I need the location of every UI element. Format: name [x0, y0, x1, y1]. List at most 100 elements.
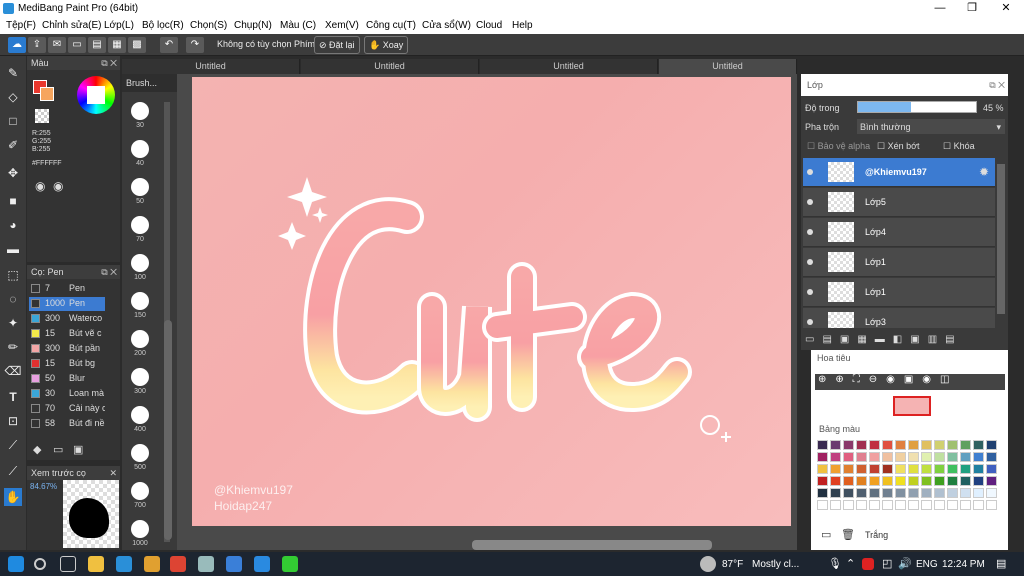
palette-swatch[interactable] [960, 500, 971, 510]
trash-icon[interactable]: 🗑 [841, 528, 855, 541]
brush-tool-icon[interactable]: ✎ [4, 64, 22, 82]
palette-swatch[interactable] [973, 440, 984, 450]
canvas[interactable]: @Khiemvu197 Hoidap247 [192, 77, 791, 526]
palette-swatch[interactable] [960, 452, 971, 462]
palette-swatch[interactable] [869, 452, 880, 462]
palette-swatch[interactable] [869, 464, 880, 474]
palette-swatch[interactable] [947, 452, 958, 462]
palette-swatch[interactable] [882, 440, 893, 450]
layer-scrollbar[interactable] [997, 164, 1005, 314]
brush-size-option[interactable]: 200 [126, 330, 154, 357]
palette-swatch[interactable] [921, 488, 932, 498]
up-chevron-icon[interactable]: ⌃ [846, 557, 855, 570]
palette-swatch[interactable] [869, 476, 880, 486]
close-icon[interactable]: ⧉ ✕ [989, 80, 1005, 91]
palette-swatch[interactable] [934, 500, 945, 510]
brush-size-option[interactable]: 100 [126, 254, 154, 281]
palette-swatch[interactable] [817, 452, 828, 462]
palette-swatch[interactable] [830, 464, 841, 474]
brush-list-item[interactable]: 7 Pen [29, 282, 105, 296]
palette-swatch[interactable] [908, 452, 919, 462]
palette-swatch[interactable] [895, 476, 906, 486]
tiles-icon[interactable]: ▩ [128, 37, 146, 53]
palette-swatch[interactable] [934, 464, 945, 474]
palette-swatch[interactable] [869, 488, 880, 498]
rect-select-icon[interactable]: □ [4, 112, 22, 130]
task-view-icon[interactable] [60, 556, 76, 572]
pen-tool-icon[interactable]: ✐ [4, 136, 22, 154]
hand-tool-icon[interactable]: ✋ [4, 488, 22, 506]
palette-swatch[interactable] [843, 488, 854, 498]
comment-icon[interactable]: ✉ [48, 37, 66, 53]
palette-swatch[interactable] [817, 464, 828, 474]
palette-swatch[interactable] [973, 488, 984, 498]
palette-swatch[interactable] [986, 464, 997, 474]
brush-list-item[interactable]: 1000 Pen [29, 297, 105, 311]
notification-icon[interactable]: ▤ [996, 557, 1006, 570]
palette-swatch[interactable] [895, 500, 906, 510]
layer-row[interactable]: Lớp1 [803, 278, 995, 307]
brush-list-item[interactable]: 58 Bút đi nề [29, 417, 105, 431]
protect-alpha-checkbox[interactable]: ☐ Bảo vệ alpha [807, 141, 870, 152]
palette-swatch[interactable] [895, 440, 906, 450]
palette-swatch[interactable] [817, 500, 828, 510]
menu-filter[interactable]: Bộ lọc(R) [142, 20, 184, 31]
palette-swatch[interactable] [986, 476, 997, 486]
move-tool-icon[interactable]: ✥ [4, 164, 22, 182]
palette-swatch[interactable] [895, 464, 906, 474]
brush-list-item[interactable]: 300 Bút pần [29, 342, 105, 356]
palette-swatch[interactable] [947, 500, 958, 510]
layer-row[interactable]: Lớp1 [803, 248, 995, 277]
explorer-icon[interactable] [144, 556, 160, 572]
menu-select[interactable]: Chọn(S) [190, 20, 227, 31]
minimize-button[interactable]: — [925, 1, 955, 16]
brush-size-option[interactable]: 500 [126, 444, 154, 471]
eye-icon[interactable] [807, 289, 813, 295]
palette-swatch[interactable] [908, 488, 919, 498]
palette-swatch[interactable] [986, 500, 997, 510]
undo-icon[interactable]: ↶ [160, 37, 178, 53]
v-app-icon[interactable] [862, 558, 874, 570]
layer-row[interactable]: Lớp3 [803, 308, 995, 328]
redo-icon[interactable]: ↷ [186, 37, 204, 53]
cloud-icon[interactable]: ☁ [8, 37, 26, 53]
volume-icon[interactable]: 🔊 [898, 557, 912, 570]
share-icon[interactable]: ⇪ [28, 37, 46, 53]
palette-swatch[interactable] [856, 476, 867, 486]
grid-icon[interactable]: ▦ [108, 37, 126, 53]
layer-row[interactable]: @Khiemvu197 ✹ [803, 158, 995, 187]
brush-list-item[interactable]: 50 Blur [29, 372, 105, 386]
close-icon[interactable]: ✕ [109, 466, 117, 480]
palette-swatch[interactable] [843, 500, 854, 510]
brush-size-option[interactable]: 40 [126, 140, 154, 167]
gear-icon[interactable]: ✹ [979, 165, 989, 179]
brush-size-option[interactable]: 300 [126, 368, 154, 395]
palette-swatch[interactable] [830, 488, 841, 498]
palette-swatch[interactable] [908, 440, 919, 450]
skype-icon[interactable] [254, 556, 270, 572]
operation-icon[interactable]: ⟋ [4, 462, 22, 480]
palette-swatch[interactable] [843, 452, 854, 462]
menu-cloud[interactable]: Cloud [476, 20, 502, 31]
palette-swatch[interactable] [817, 476, 828, 486]
brush-list-item[interactable]: 300 Waterco [29, 312, 105, 326]
palette-swatch[interactable] [921, 476, 932, 486]
palette-swatch[interactable] [882, 500, 893, 510]
palette-swatch[interactable] [934, 452, 945, 462]
network-icon[interactable]: ◰ [882, 557, 892, 570]
app-icon-green[interactable] [282, 556, 298, 572]
tab-untitled-2[interactable]: Untitled [301, 59, 479, 74]
close-icon[interactable]: ⧉ ✕ [101, 56, 117, 70]
brush-copy-icon[interactable]: ▭ [53, 443, 63, 456]
palette-swatch[interactable] [843, 464, 854, 474]
pan-button[interactable]: ✋ Xoay [364, 36, 409, 54]
brush-size-option[interactable]: 150 [126, 292, 154, 319]
clip-checkbox[interactable]: ☐ Xén bớt [877, 141, 920, 152]
palette-swatch[interactable] [830, 476, 841, 486]
palette-swatch[interactable] [830, 440, 841, 450]
palette-swatch[interactable] [856, 500, 867, 510]
palette-swatch[interactable] [856, 488, 867, 498]
palette-swatch[interactable] [960, 488, 971, 498]
palette-swatch[interactable] [921, 500, 932, 510]
reset-button[interactable]: ⊘ Đặt lại [314, 36, 360, 54]
